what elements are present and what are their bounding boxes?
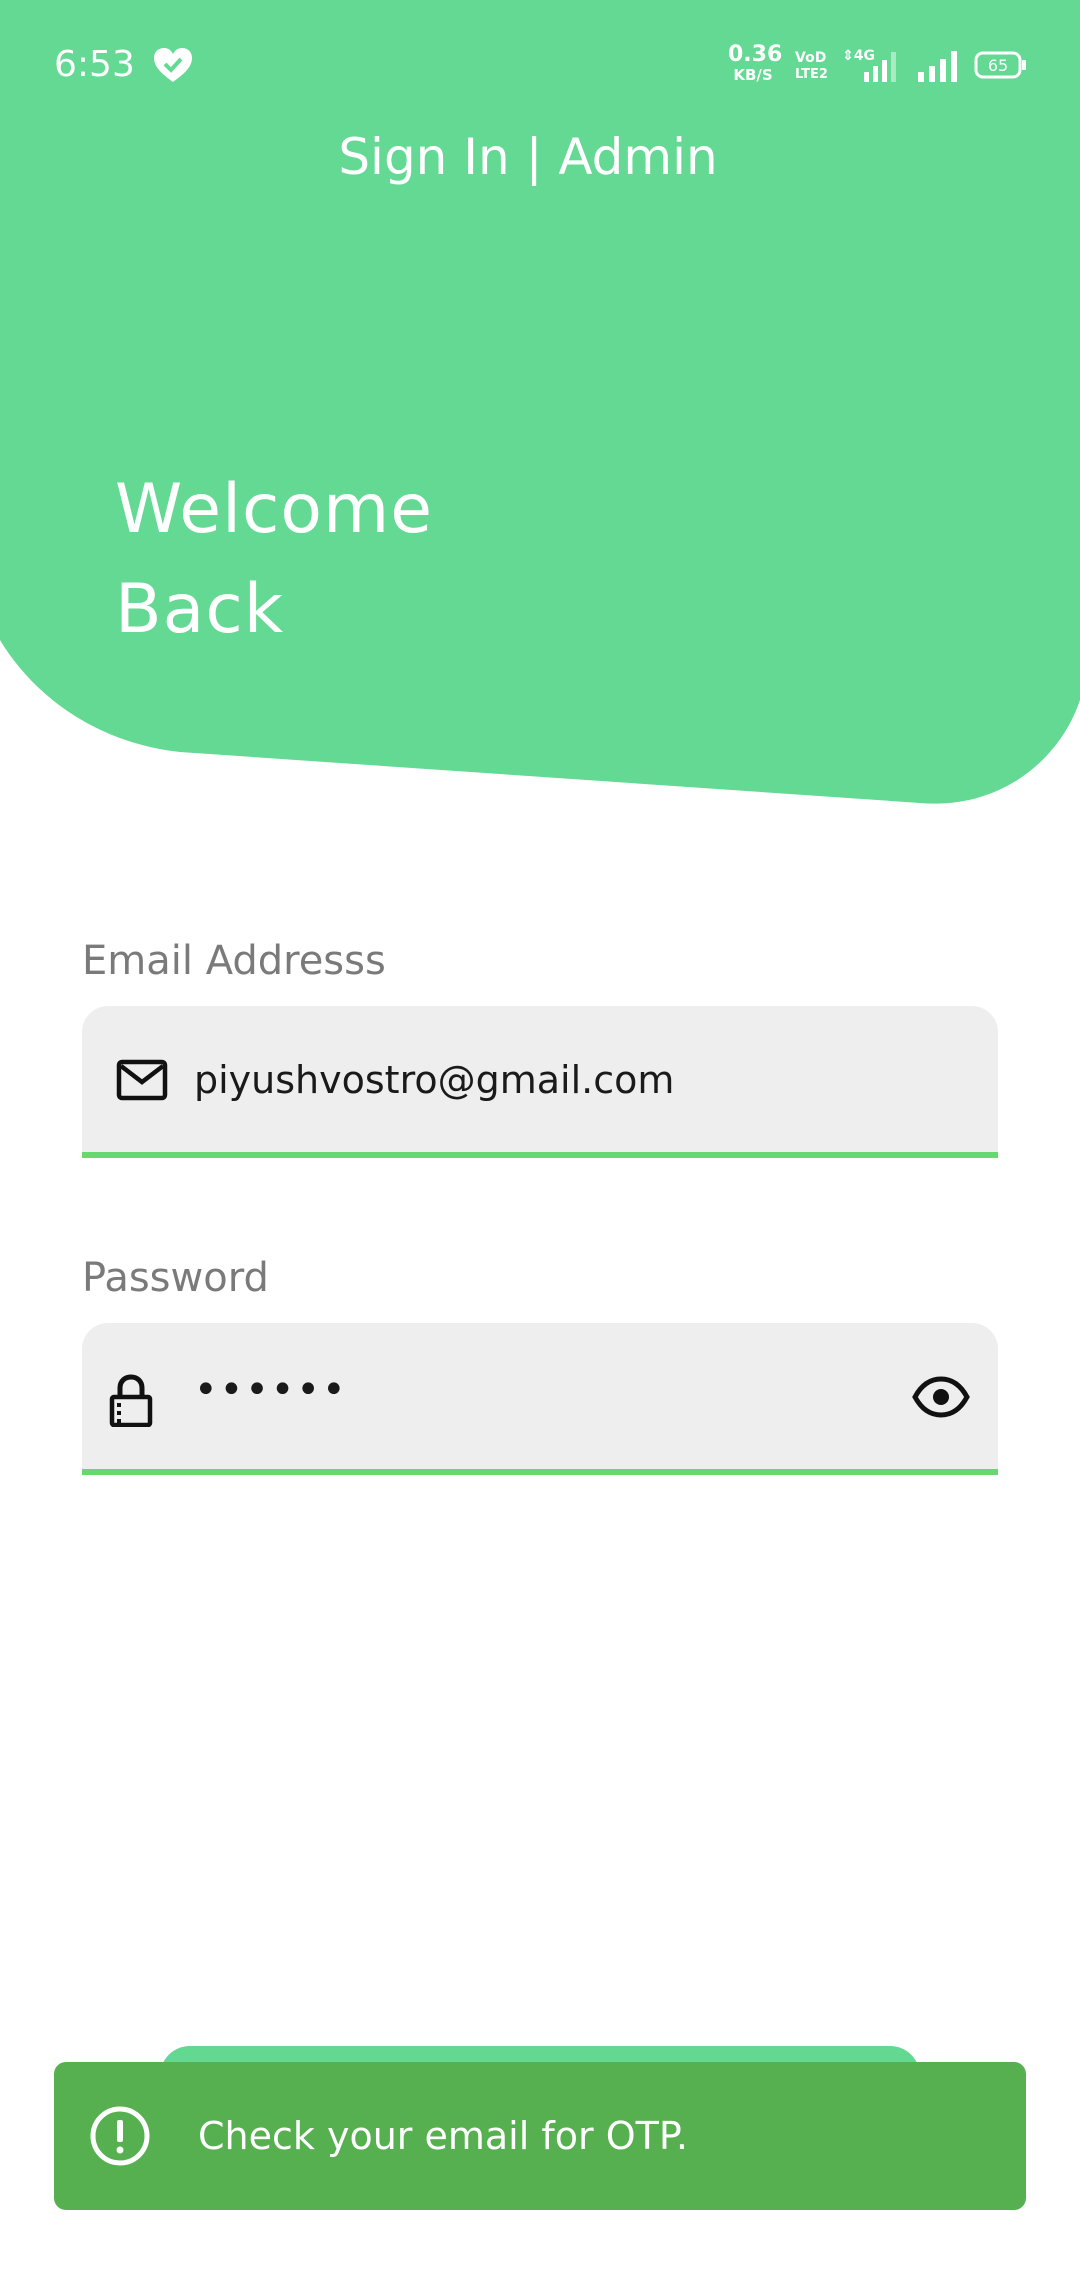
snackbar: Check your email for OTP. <box>54 2062 1026 2210</box>
password-label: Password <box>82 1255 269 1301</box>
network-speed-value: 0.36 <box>728 42 783 67</box>
battery-icon: 65 <box>974 51 1026 79</box>
password-underline <box>82 1469 998 1475</box>
welcome-heading: Welcome Back <box>115 460 433 660</box>
heart-check-icon <box>154 48 192 82</box>
status-time: 6:53 <box>54 44 135 85</box>
email-field[interactable]: piyushvostro@gmail.com <box>82 1006 998 1158</box>
email-value: piyushvostro@gmail.com <box>194 1058 675 1102</box>
page-title: Sign In | Admin <box>338 128 718 186</box>
password-field[interactable]: •••••• <box>82 1323 998 1475</box>
volte-icon: VoD LTE2 <box>795 50 828 82</box>
lock-icon <box>109 1374 153 1427</box>
eye-icon[interactable] <box>912 1375 970 1419</box>
signal-4g-icon: ⇕4G <box>842 48 896 82</box>
network-speed: 0.36 KB/S <box>728 42 783 84</box>
welcome-line-1: Welcome <box>115 470 434 549</box>
password-value: •••••• <box>194 1367 348 1413</box>
status-bar: 6:53 0.36 KB/S VoD LTE2 ⇕4G 65 <box>0 0 1080 130</box>
alert-circle-icon <box>90 2106 150 2166</box>
svg-text:VoD: VoD <box>795 50 826 66</box>
battery-level: 65 <box>988 56 1008 75</box>
snackbar-message: Check your email for OTP. <box>198 2114 688 2158</box>
svg-text:LTE2: LTE2 <box>795 67 828 82</box>
network-speed-unit: KB/S <box>733 66 773 84</box>
email-label: Email Addresss <box>82 938 386 984</box>
signal-icon <box>918 51 957 82</box>
svg-text:⇕4G: ⇕4G <box>842 48 875 64</box>
mail-icon <box>116 1059 168 1101</box>
email-underline <box>82 1152 998 1158</box>
welcome-line-2: Back <box>115 570 285 649</box>
